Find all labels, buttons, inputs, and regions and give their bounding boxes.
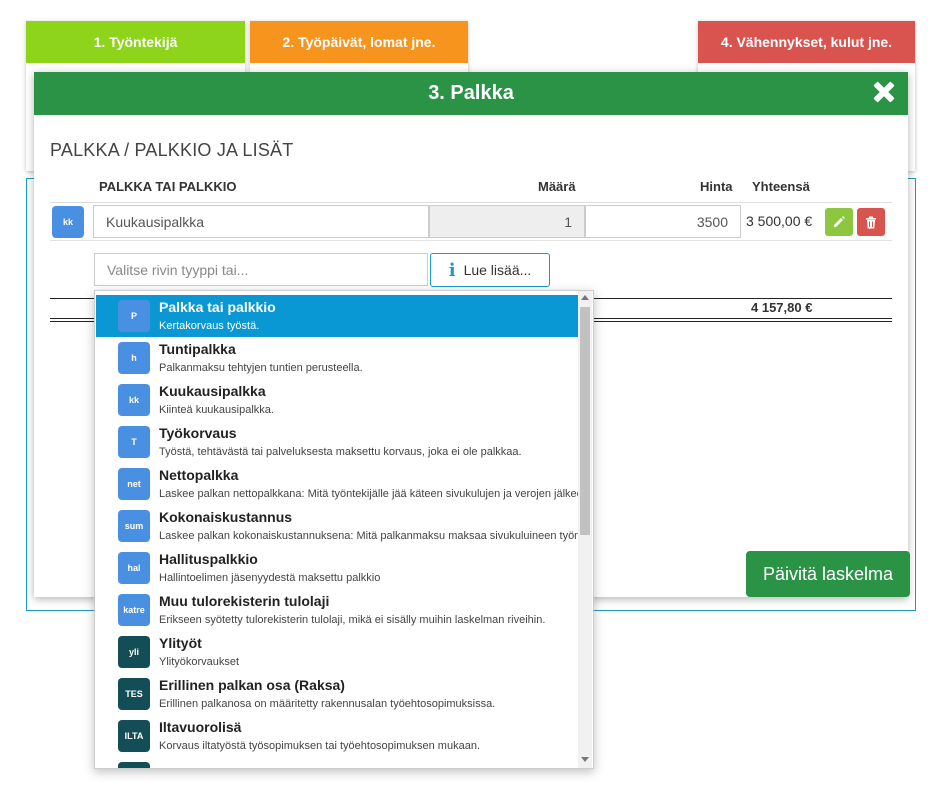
item-type-badge: yli <box>118 636 150 668</box>
item-title: Iltavuorolisä <box>159 718 242 735</box>
read-more-label: Lue lisää... <box>463 262 532 278</box>
item-text: Palkka tai palkkio Kertakorvaus työstä. <box>159 299 276 334</box>
item-description: Laskee palkan kokonaiskustannuksena: Mit… <box>159 529 578 542</box>
dropdown-item[interactable]: sum Kokonaiskustannus Laskee palkan kokona… <box>96 505 578 547</box>
item-description: Korvaus iltatyöstä työsopimuksen tai työ… <box>159 739 480 752</box>
delete-row-button[interactable] <box>857 208 885 236</box>
item-text: Tuntipalkka Palkanmaksu tehtyjen tuntien … <box>159 341 363 376</box>
item-title: Erillinen palkan osa (Raksa) <box>159 676 345 693</box>
dropdown-item[interactable]: kk Kuukausipalkka Kiinteä kuukausipalkka. <box>96 379 578 421</box>
item-type-badge: kk <box>118 384 150 416</box>
dropdown-item[interactable]: ILTA Iltavuorolisä Korvaus iltatyöstä työs… <box>96 715 578 757</box>
header-divider <box>50 202 892 203</box>
item-description: Erikseen syötetty tulorekisterin tulolaj… <box>159 613 546 626</box>
read-more-button[interactable]: i Lue lisää... <box>430 253 550 287</box>
grand-total: 4 157,80 € <box>751 300 813 315</box>
item-text: Erillinen palkan osa (Raksa) Erillinen pa… <box>159 677 495 712</box>
modal-title: 3. Palkka <box>428 82 514 104</box>
scrollbar-thumb[interactable] <box>580 307 590 535</box>
item-text: Nettopalkka Laskee palkan nettopalkkana: … <box>159 467 578 502</box>
item-text: Muu tulorekisterin tulolaji Erikseen syöt… <box>159 593 545 628</box>
row-type-search-input[interactable]: Valitse rivin tyyppi tai... <box>94 253 428 286</box>
scroll-down-icon[interactable] <box>581 757 589 762</box>
dropdown-item[interactable]: TES Erillinen palkan osa (Raksa) Erillinen… <box>96 673 578 715</box>
item-type-badge: hal <box>118 552 150 584</box>
item-type-badge: sum <box>118 510 150 542</box>
row-type-dropdown: P Palkka tai palkkio Kertakorvaus työstä. h… <box>94 290 594 769</box>
item-type-badge: TES <box>118 678 150 710</box>
item-type-badge: ILTA <box>118 720 150 752</box>
dropdown-item[interactable]: hal Hallituspalkkio Hallintoelimen jäsenyy… <box>96 547 578 589</box>
item-title: Nettopalkka <box>159 466 239 483</box>
pencil-icon <box>834 216 845 227</box>
step-tab-label: 4. Vähennykset, kulut jne. <box>698 21 915 63</box>
step-tab-label: 1. Työntekijä <box>26 21 245 63</box>
dropdown-scrollbar[interactable] <box>578 291 592 768</box>
item-text: Työkorvaus Työstä, tehtävästä tai palvelu… <box>159 425 522 460</box>
item-description: Kertakorvaus työstä. <box>159 319 260 332</box>
item-type-badge: net <box>118 468 150 500</box>
item-type-badge: YÖ <box>118 762 150 768</box>
item-description: Laskee palkan nettopalkkana: Mitä työnte… <box>159 487 578 500</box>
row-type-badge: kk <box>52 206 84 238</box>
dropdown-item[interactable]: T Työkorvaus Työstä, tehtävästä tai palvel… <box>96 421 578 463</box>
item-title: Tuntipalkka <box>159 340 236 357</box>
column-header-quantity: Määrä <box>538 179 576 194</box>
item-type-badge: P <box>118 300 150 332</box>
item-description: Hallintoelimen jäsenyydestä maksettu pal… <box>159 571 381 584</box>
step-tab-label: 2. Työpäivät, lomat jne. <box>250 21 468 63</box>
column-header-name: PALKKA TAI PALKKIO <box>99 179 237 194</box>
item-title: Hallituspalkkio <box>159 550 258 567</box>
dropdown-item[interactable]: yli Ylityöt Ylityökorvaukset <box>96 631 578 673</box>
row-total: 3 500,00 € <box>746 213 813 229</box>
scroll-up-icon[interactable] <box>581 295 589 300</box>
info-icon: i <box>448 259 456 281</box>
item-text: Kokonaiskustannus Laskee palkan kokonaisk… <box>159 509 578 544</box>
row-divider <box>50 240 892 241</box>
edit-row-button[interactable] <box>825 208 853 236</box>
item-type-badge: T <box>118 426 150 458</box>
item-title: Kokonaiskustannus <box>159 508 293 525</box>
item-description: Ylityökorvaukset <box>159 655 240 668</box>
item-description: Työstä, tehtävästä tai palveluksesta mak… <box>159 445 522 458</box>
dropdown-item[interactable]: net Nettopalkka Laskee palkan nettopalkkan… <box>96 463 578 505</box>
dropdown-item[interactable]: YÖYövuorolisä <box>96 757 578 768</box>
item-description: Erillinen palkanosa on määritetty rakenn… <box>159 697 496 710</box>
dropdown-item[interactable]: P Palkka tai palkkio Kertakorvaus työstä. <box>96 295 578 337</box>
item-title: Kuukausipalkka <box>159 382 266 399</box>
item-title: Muu tulorekisterin tulolaji <box>159 592 330 609</box>
row-price-input[interactable]: 3500 <box>585 205 741 238</box>
column-header-price: Hinta <box>700 179 733 194</box>
row-quantity-input[interactable]: 1 <box>429 205 585 238</box>
trash-icon <box>866 216 876 228</box>
item-text: Kuukausipalkka Kiinteä kuukausipalkka. <box>159 383 274 418</box>
row-name-input[interactable]: Kuukausipalkka <box>93 205 429 238</box>
column-header-total: Yhteensä <box>752 179 810 194</box>
item-text: Ylityöt Ylityökorvaukset <box>159 635 239 670</box>
item-title: Palkka tai palkkio <box>159 298 276 315</box>
item-type-badge: katre <box>118 594 150 626</box>
close-icon[interactable] <box>872 80 896 104</box>
section-title: PALKKA / PALKKIO JA LISÄT <box>50 140 294 160</box>
dropdown-item[interactable]: h Tuntipalkka Palkanmaksu tehtyjen tuntien… <box>96 337 578 379</box>
item-title: Työkorvaus <box>159 424 237 441</box>
modal-header: 3. Palkka <box>34 72 908 115</box>
dropdown-list: P Palkka tai palkkio Kertakorvaus työstä. h… <box>96 295 578 768</box>
item-text: Iltavuorolisä Korvaus iltatyöstä työsopim… <box>159 719 480 754</box>
update-calculation-button[interactable]: Päivitä laskelma <box>746 551 910 597</box>
item-type-badge: h <box>118 342 150 374</box>
dropdown-item[interactable]: katre Muu tulorekisterin tulolaji Erikseen… <box>96 589 578 631</box>
item-description: Kiinteä kuukausipalkka. <box>159 403 274 416</box>
item-description: Palkanmaksu tehtyjen tuntien perusteella… <box>159 361 363 374</box>
payroll-page: 1. Työntekijä 2. Työpäivät, lomat jne. 4… <box>0 0 936 791</box>
item-text: Hallituspalkkio Hallintoelimen jäsenyydes… <box>159 551 380 586</box>
item-title: Ylityöt <box>159 634 202 651</box>
